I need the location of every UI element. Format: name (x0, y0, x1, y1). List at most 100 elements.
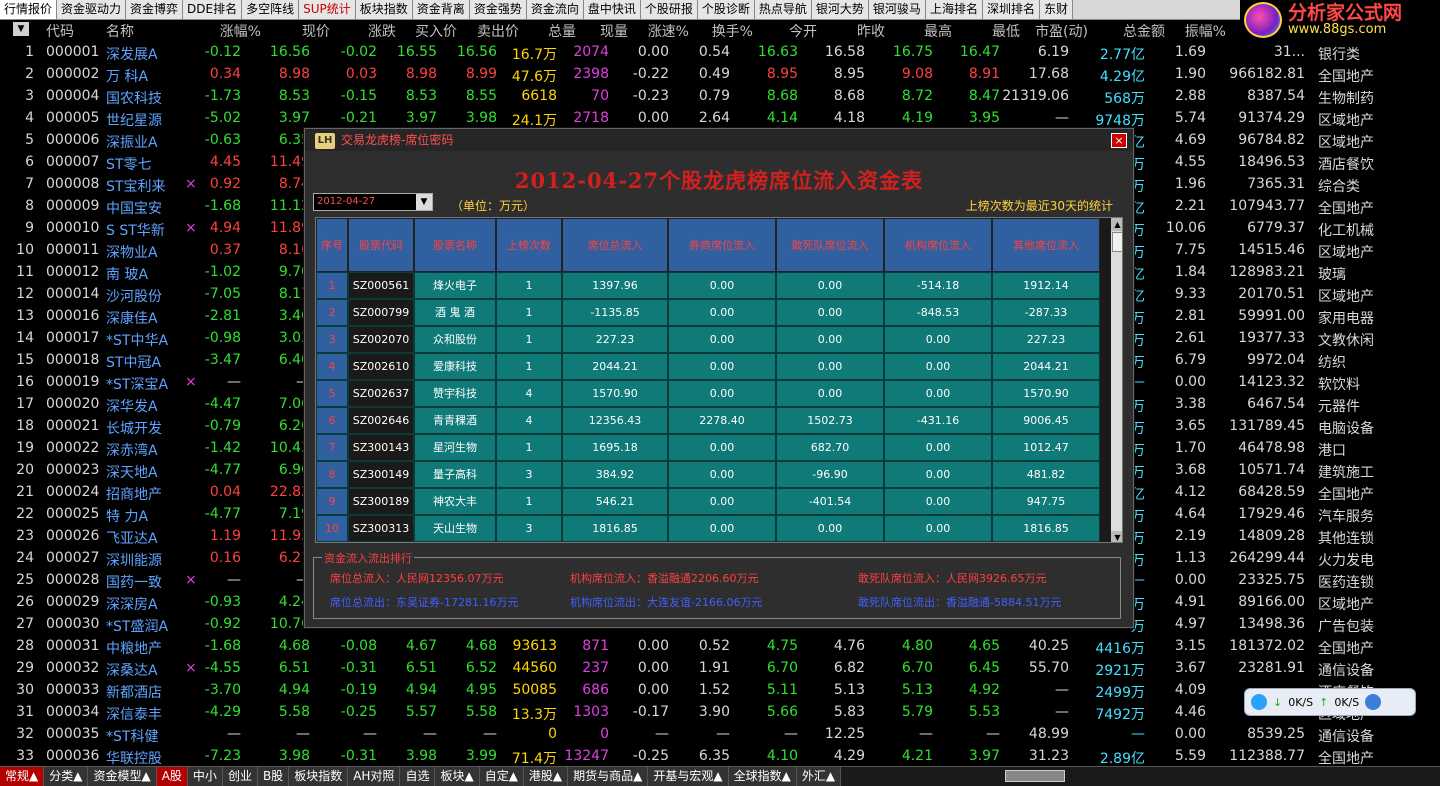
dialog-column-header-4[interactable]: 席位总流入 (562, 218, 668, 272)
chevron-down-icon[interactable]: ▼ (416, 194, 432, 210)
dialog-cell[interactable]: SZ002610 (348, 353, 414, 380)
dialog-column-header-8[interactable]: 其他席位流入 (992, 218, 1100, 272)
dialog-cell[interactable]: 0.00 (884, 326, 992, 353)
column-header-4[interactable]: 涨跌 (351, 21, 396, 41)
table-row[interactable]: 32 000035 *ST科健 — — — — — 0 0 — — — 12.25 — — 48.99 — 0.00… (0, 724, 1440, 746)
bottom-tab-2[interactable]: 资金模型▲ (88, 767, 157, 786)
dialog-titlebar[interactable]: LH 交易龙虎榜-席位密码 × (305, 129, 1133, 151)
scroll-thumb[interactable] (1112, 232, 1122, 252)
column-header-15[interactable]: 市盈(动) (1031, 21, 1088, 41)
tab-12[interactable]: 个股诊断 (697, 0, 755, 19)
row-index[interactable]: 8 (316, 461, 348, 488)
table-row[interactable]: 4 000005 世纪星源 -5.02 3.97 -0.21 3.97 3.98 24.1万 27… (0, 108, 1440, 130)
dialog-cell[interactable]: SZ002637 (348, 380, 414, 407)
column-header-13[interactable]: 最高 (902, 21, 952, 41)
tab-6[interactable]: 板块指数 (355, 0, 413, 19)
dialog-cell[interactable]: SZ300149 (348, 461, 414, 488)
tab-10[interactable]: 盘中快讯 (583, 0, 641, 19)
dialog-cell[interactable]: 0.00 (776, 326, 884, 353)
tab-13[interactable]: 热点导航 (754, 0, 812, 19)
column-header-14[interactable]: 最低 (965, 21, 1020, 41)
table-row[interactable]: 2 000002 万 科A 0.34 8.98 0.03 8.98 8.99 47.6万 2398… (0, 64, 1440, 86)
dialog-cell[interactable]: 青青稞酒 (414, 407, 496, 434)
dialog-column-header-6[interactable]: 敢死队席位流入 (776, 218, 884, 272)
dialog-cell[interactable]: 0.00 (884, 515, 992, 542)
dialog-column-header-7[interactable]: 机构席位流入 (884, 218, 992, 272)
column-header-17[interactable]: 振幅% (1176, 21, 1226, 41)
tab-15[interactable]: 银河骏马 (868, 0, 926, 19)
row-index[interactable]: 9 (316, 488, 348, 515)
dialog-cell[interactable]: 0.00 (668, 272, 776, 299)
column-header-16[interactable]: 总金额 (1110, 21, 1165, 41)
dialog-cell[interactable]: 0.00 (884, 488, 992, 515)
row-index[interactable]: 1 (316, 272, 348, 299)
dialog-cell[interactable]: SZ002070 (348, 326, 414, 353)
tab-3[interactable]: DDE排名 (183, 0, 243, 19)
dialog-column-header-2[interactable]: 股票名称 (414, 218, 496, 272)
row-index[interactable]: 7 (316, 434, 348, 461)
dialog-cell[interactable]: 天山生物 (414, 515, 496, 542)
dialog-cell[interactable]: 546.21 (562, 488, 668, 515)
tab-5[interactable]: SUP统计 (299, 0, 356, 19)
row-index[interactable]: 4 (316, 353, 348, 380)
vertical-scrollbar[interactable]: ▲ ▼ (1111, 218, 1122, 542)
dialog-cell[interactable]: 0.00 (884, 353, 992, 380)
tab-8[interactable]: 资金强势 (469, 0, 527, 19)
dialog-cell[interactable]: -431.16 (884, 407, 992, 434)
dialog-cell[interactable]: 0.00 (776, 299, 884, 326)
dialog-cell[interactable]: SZ000799 (348, 299, 414, 326)
row-index[interactable]: 10 (316, 515, 348, 542)
dialog-cell[interactable]: 0.00 (668, 353, 776, 380)
bottom-tab-14[interactable]: 开基与宏观▲ (648, 767, 729, 786)
dialog-cell[interactable]: 0.00 (884, 461, 992, 488)
dialog-cell[interactable]: SZ002646 (348, 407, 414, 434)
dialog-cell[interactable]: SZ300143 (348, 434, 414, 461)
column-header-7[interactable]: 总量 (521, 21, 576, 41)
bottom-tab-11[interactable]: 自定▲ (479, 767, 524, 786)
dialog-cell[interactable]: 4 (496, 407, 562, 434)
bottom-tab-5[interactable]: 创业 (222, 767, 258, 786)
column-header-11[interactable]: 今开 (762, 21, 817, 41)
dialog-column-header-3[interactable]: 上榜次数 (496, 218, 562, 272)
dialog-cell[interactable]: 星河生物 (414, 434, 496, 461)
table-row[interactable]: 31 000034 深信泰丰 -4.29 5.58 -0.25 5.57 5.58 13.3万 1… (0, 702, 1440, 724)
dialog-cell[interactable]: 0.00 (668, 434, 776, 461)
table-row[interactable]: 28 000031 中粮地产 -1.68 4.68 -0.08 4.67 4.68 93613 8… (0, 636, 1440, 658)
dialog-cell[interactable]: 2278.40 (668, 407, 776, 434)
dialog-cell[interactable]: 947.75 (992, 488, 1100, 515)
date-select[interactable]: 2012-04-27 ▼ (313, 193, 433, 211)
tab-4[interactable]: 多空阵线 (242, 0, 300, 19)
dialog-cell[interactable]: 1502.73 (776, 407, 884, 434)
bottom-tab-9[interactable]: 自选 (400, 767, 436, 786)
dialog-cell[interactable]: 1816.85 (992, 515, 1100, 542)
dialog-cell[interactable]: 2044.21 (562, 353, 668, 380)
dialog-cell[interactable]: 0.00 (884, 434, 992, 461)
column-header-0[interactable]: 代码 (46, 21, 74, 41)
dialog-cell[interactable]: -848.53 (884, 299, 992, 326)
dialog-cell[interactable]: 3 (496, 461, 562, 488)
dialog-cell[interactable]: 1 (496, 434, 562, 461)
bottom-tab-4[interactable]: 中小 (187, 767, 223, 786)
dialog-cell[interactable]: 1695.18 (562, 434, 668, 461)
dialog-cell[interactable]: 0.00 (884, 380, 992, 407)
table-row[interactable]: 30 000033 新都酒店 -3.70 4.94 -0.19 4.94 4.95 50085 6… (0, 680, 1440, 702)
dialog-cell[interactable]: 赞宇科技 (414, 380, 496, 407)
tab-18[interactable]: 东财 (1039, 0, 1073, 19)
bottom-tab-16[interactable]: 外汇▲ (796, 767, 842, 786)
scroll-down-icon[interactable]: ▼ (1111, 531, 1122, 542)
dialog-cell[interactable]: 682.70 (776, 434, 884, 461)
bottom-tab-15[interactable]: 全球指数▲ (728, 767, 797, 786)
bottom-tab-0[interactable]: 常规▲ (0, 767, 45, 786)
row-index[interactable]: 2 (316, 299, 348, 326)
column-header-2[interactable]: 涨幅% (211, 21, 261, 41)
tab-16[interactable]: 上海排名 (925, 0, 983, 19)
close-button[interactable]: × (1111, 133, 1127, 148)
table-row[interactable]: 1 000001 深发展A -0.12 16.56 -0.02 16.55 16.56 16.7… (0, 42, 1440, 64)
column-header-10[interactable]: 换手% (703, 21, 753, 41)
dialog-cell[interactable]: 酒 鬼 酒 (414, 299, 496, 326)
dialog-cell[interactable]: 爱康科技 (414, 353, 496, 380)
dialog-cell[interactable]: 12356.43 (562, 407, 668, 434)
tab-7[interactable]: 资金背离 (412, 0, 470, 19)
bottom-tab-1[interactable]: 分类▲ (44, 767, 89, 786)
column-header-8[interactable]: 现量 (580, 21, 628, 41)
